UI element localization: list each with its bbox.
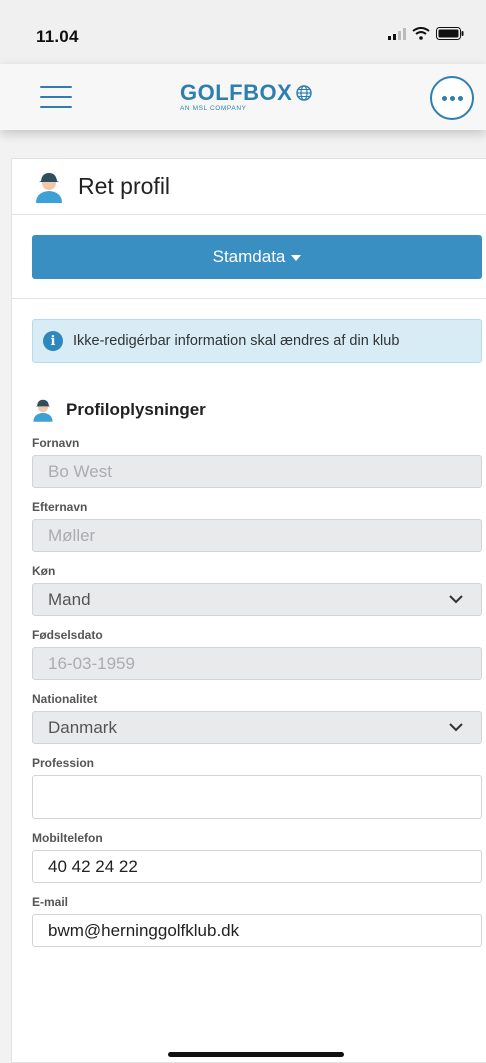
gender-select[interactable]: Mand xyxy=(32,583,482,616)
nationality-select[interactable]: Danmark xyxy=(32,711,482,744)
chevron-down-icon xyxy=(449,595,463,604)
logo-subtitle: AN MSL COMPANY xyxy=(180,105,247,112)
mobile-value: 40 42 24 22 xyxy=(48,856,138,876)
menu-icon[interactable] xyxy=(40,86,72,108)
more-options-button[interactable] xyxy=(430,76,474,120)
wifi-icon xyxy=(412,27,430,40)
nationality-field: Nationalitet Danmark xyxy=(32,692,482,744)
profession-input[interactable] xyxy=(32,775,482,819)
birthdate-input: 16-03-1959 xyxy=(32,647,482,680)
stamdata-label: Stamdata xyxy=(212,247,286,266)
status-time: 11.04 xyxy=(36,27,79,46)
logo-text: GOLFBOX xyxy=(180,80,293,105)
caret-down-icon xyxy=(291,255,302,261)
first-name-value: Bo West xyxy=(48,461,112,481)
profile-section-heading: Profiloplysninger xyxy=(32,398,478,422)
email-label: E-mail xyxy=(32,895,69,909)
globe-icon xyxy=(296,85,313,101)
user-icon xyxy=(33,399,53,422)
nationality-value: Danmark xyxy=(48,717,117,737)
form-content: i Ikke-redigérbar information skal ændre… xyxy=(12,299,486,947)
chevron-down-icon xyxy=(449,723,463,732)
profession-field: Profession xyxy=(32,756,482,819)
stamdata-dropdown-button[interactable]: Stamdata xyxy=(32,235,482,279)
email-input[interactable]: bwm@herninggolfklub.dk xyxy=(32,914,482,947)
info-alert: i Ikke-redigérbar information skal ændre… xyxy=(32,319,482,363)
nationality-label: Nationalitet xyxy=(32,692,98,706)
first-name-input: Bo West xyxy=(32,455,482,488)
first-name-label: Fornavn xyxy=(32,436,80,450)
last-name-input: Møller xyxy=(32,519,482,552)
first-name-field: Fornavn Bo West xyxy=(32,436,482,488)
home-indicator[interactable] xyxy=(168,1052,344,1057)
user-icon xyxy=(36,172,62,203)
battery-icon xyxy=(436,27,464,40)
gender-label: Køn xyxy=(32,564,56,578)
mobile-field: Mobiltelefon 40 42 24 22 xyxy=(32,831,482,883)
info-icon: i xyxy=(43,331,63,351)
status-bar: 11.04 xyxy=(0,0,486,64)
golfbox-logo[interactable]: GOLFBOX AN MSL COMPANY xyxy=(180,80,313,112)
gender-field: Køn Mand xyxy=(32,564,482,616)
birthdate-value: 16-03-1959 xyxy=(48,653,135,673)
section-selector: Stamdata xyxy=(12,215,486,299)
page-title: Ret profil xyxy=(78,173,171,199)
gender-value: Mand xyxy=(48,589,91,609)
email-value: bwm@herninggolfklub.dk xyxy=(48,920,240,940)
signal-icon xyxy=(388,27,406,40)
birthdate-field: Fødselsdato 16-03-1959 xyxy=(32,628,482,680)
profession-label: Profession xyxy=(32,756,95,770)
card-header: Ret profil xyxy=(12,159,486,215)
last-name-value: Møller xyxy=(48,525,96,545)
birthdate-label: Fødselsdato xyxy=(32,628,103,642)
profile-card: Ret profil Stamdata i Ikke-redigérbar in… xyxy=(11,158,486,1063)
last-name-field: Efternavn Møller xyxy=(32,500,482,552)
email-field: E-mail bwm@herninggolfklub.dk xyxy=(32,895,482,947)
system-icons xyxy=(388,27,464,40)
last-name-label: Efternavn xyxy=(32,500,88,514)
mobile-label: Mobiltelefon xyxy=(32,831,103,845)
app-header: GOLFBOX AN MSL COMPANY xyxy=(0,64,486,130)
section-heading-text: Profiloplysninger xyxy=(66,400,206,419)
alert-text: Ikke-redigérbar information skal ændres … xyxy=(73,333,400,349)
mobile-input[interactable]: 40 42 24 22 xyxy=(32,850,482,883)
